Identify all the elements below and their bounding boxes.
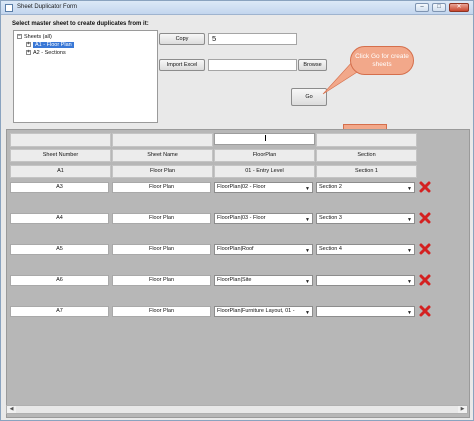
- header-floorplan: FloorPlan: [214, 149, 315, 162]
- master-floorplan: 01 - Entry Level: [214, 165, 315, 178]
- header-sheet-number: Sheet Number: [10, 149, 111, 162]
- header-sheet-name: Sheet Name: [112, 149, 213, 162]
- chevron-down-icon[interactable]: ▼: [407, 309, 412, 316]
- master-sheet-number: A1: [10, 165, 111, 178]
- section-value: Section 2: [319, 184, 342, 190]
- sheet-number-input[interactable]: A5: [10, 244, 109, 255]
- floorplan-value: FloorPlan|Roof: [217, 246, 254, 252]
- delete-x-icon[interactable]: [419, 274, 431, 286]
- floorplan-value: FloorPlan|Site: [217, 277, 252, 283]
- chevron-down-icon[interactable]: ▼: [305, 185, 310, 192]
- sheet-name-input[interactable]: Floor Plan: [112, 244, 211, 255]
- chevron-down-icon[interactable]: ▼: [407, 278, 412, 285]
- floorplan-value: FloorPlan|03 - Floor: [217, 215, 266, 221]
- section-dropdown[interactable]: Section 3 ▼: [316, 213, 415, 224]
- chevron-down-icon[interactable]: ▼: [407, 247, 412, 254]
- floorplan-dropdown[interactable]: FloorPlan|Furniture Layout, 01 - ▼: [214, 306, 313, 317]
- sheet-number-input[interactable]: A4: [10, 213, 109, 224]
- chevron-down-icon[interactable]: ▼: [407, 216, 412, 223]
- sheet-number-input[interactable]: A6: [10, 275, 109, 286]
- delete-x-icon[interactable]: [419, 243, 431, 255]
- header-blank-cell: [112, 133, 213, 147]
- sheet-name-input[interactable]: Floor Plan: [112, 213, 211, 224]
- delete-x-icon[interactable]: [419, 212, 431, 224]
- section-dropdown[interactable]: ▼: [316, 306, 415, 317]
- floorplan-dropdown[interactable]: FloorPlan|03 - Floor ▼: [214, 213, 313, 224]
- section-value: Section 4: [319, 246, 342, 252]
- chevron-down-icon[interactable]: ▼: [305, 216, 310, 223]
- section-dropdown[interactable]: Section 2 ▼: [316, 182, 415, 193]
- section-dropdown[interactable]: Section 4 ▼: [316, 244, 415, 255]
- header-section: Section: [316, 149, 417, 162]
- chevron-down-icon[interactable]: ▼: [305, 247, 310, 254]
- section-value: Section 3: [319, 215, 342, 221]
- section-dropdown[interactable]: ▼: [316, 275, 415, 286]
- delete-x-icon[interactable]: [419, 305, 431, 317]
- horizontal-scrollbar[interactable]: ◀ ▶: [6, 405, 468, 414]
- delete-x-icon[interactable]: [419, 181, 431, 193]
- text-caret: [265, 135, 266, 141]
- chevron-down-icon[interactable]: ▼: [407, 185, 412, 192]
- master-sheet-name: Floor Plan: [112, 165, 213, 178]
- floorplan-dropdown[interactable]: FloorPlan|Roof ▼: [214, 244, 313, 255]
- floorplan-value: FloorPlan|02 - Floor: [217, 184, 266, 190]
- sheet-name-input[interactable]: Floor Plan: [112, 182, 211, 193]
- header-blank-cell: [10, 133, 111, 147]
- header-blank-cell: [316, 133, 417, 147]
- go-callout: Click Go for create sheets: [350, 46, 414, 75]
- sheet-name-input[interactable]: Floor Plan: [112, 306, 211, 317]
- chevron-down-icon[interactable]: ▼: [305, 278, 310, 285]
- sheet-duplicator-window: Sheet Duplicator Form – □ ✕ Select maste…: [0, 0, 474, 421]
- sheet-number-input[interactable]: A7: [10, 306, 109, 317]
- sheet-name-input[interactable]: Floor Plan: [112, 275, 211, 286]
- sheet-number-input[interactable]: A3: [10, 182, 109, 193]
- scroll-right-icon[interactable]: ▶: [458, 406, 467, 413]
- chevron-down-icon[interactable]: ▼: [305, 309, 310, 316]
- sheet-grid: Sheet Number Sheet Name FloorPlan Sectio…: [6, 129, 470, 418]
- floorplan-dropdown[interactable]: FloorPlan|Site ▼: [214, 275, 313, 286]
- floorplan-value: FloorPlan|Furniture Layout, 01 -: [217, 308, 295, 314]
- floorplan-dropdown[interactable]: FloorPlan|02 - Floor ▼: [214, 182, 313, 193]
- scroll-left-icon[interactable]: ◀: [7, 406, 16, 413]
- master-section: Section 1: [316, 165, 417, 178]
